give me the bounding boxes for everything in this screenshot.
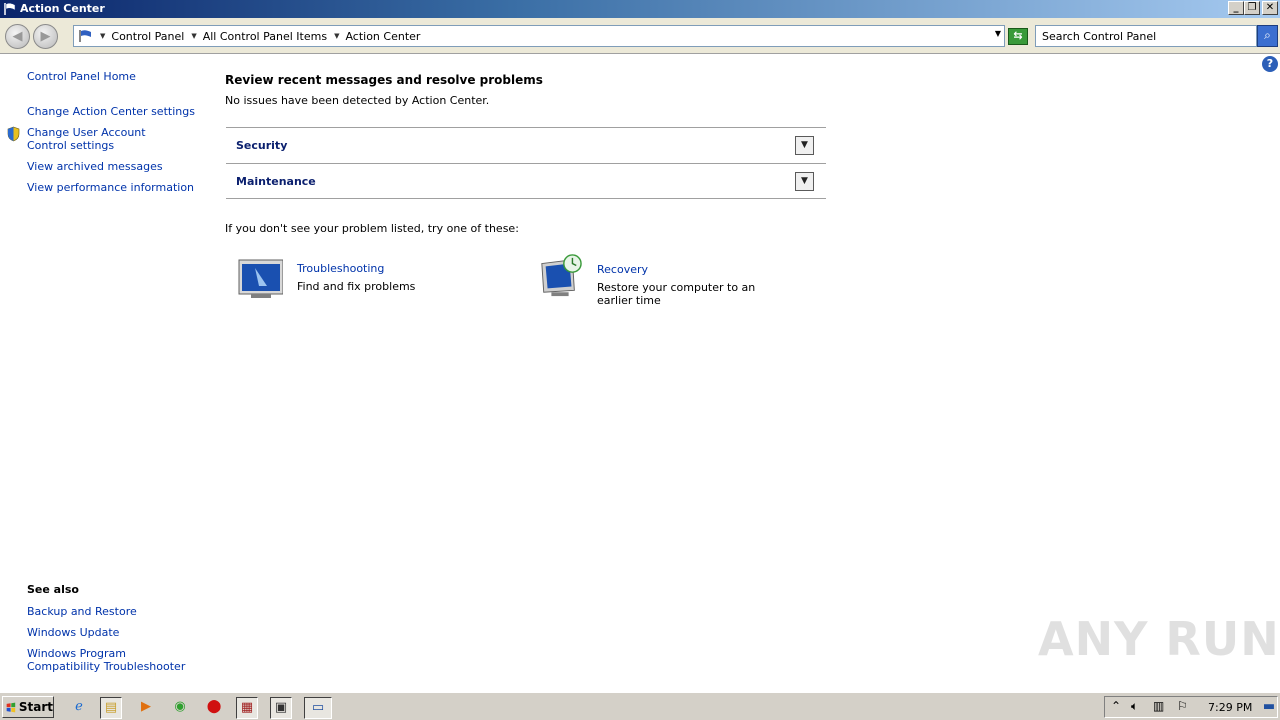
- change-uac-settings-link[interactable]: Change User Account Control settings: [27, 126, 187, 152]
- help-icon[interactable]: ?: [1262, 56, 1278, 72]
- breadcrumb-control-panel[interactable]: Control Panel: [111, 30, 184, 43]
- security-section[interactable]: Security ▼: [226, 127, 826, 163]
- maintenance-section[interactable]: Maintenance ▼: [226, 163, 826, 199]
- compatibility-troubleshooter-link[interactable]: Windows Program Compatibility Troublesho…: [27, 647, 192, 673]
- watermark: ANY RUN: [1038, 612, 1280, 666]
- arrow-left-icon: ◀: [12, 29, 23, 44]
- minimize-button[interactable]: _: [1228, 1, 1244, 15]
- expand-maintenance-button[interactable]: ▼: [795, 172, 814, 191]
- start-button[interactable]: Start: [2, 696, 54, 718]
- control-panel-icon[interactable]: ▭: [304, 697, 332, 719]
- window-title: Action Center: [20, 2, 105, 15]
- windows-logo-icon: [6, 702, 16, 712]
- chevron-down-icon: ▼: [801, 176, 808, 186]
- action-center-tray-flag-icon[interactable]: ⚐: [1177, 699, 1188, 713]
- security-section-title: Security: [236, 139, 288, 152]
- search-button[interactable]: ⌕: [1257, 25, 1278, 47]
- chevron-down-icon: ▼: [801, 140, 808, 150]
- address-field[interactable]: ▼ Control Panel ▼ All Control Panel Item…: [73, 25, 1005, 47]
- control-panel-home-link[interactable]: Control Panel Home: [27, 70, 136, 83]
- change-action-center-settings-link[interactable]: Change Action Center settings: [27, 105, 195, 118]
- section-divider: [226, 198, 826, 199]
- chrome-icon[interactable]: ◉: [169, 697, 191, 719]
- uac-shield-icon: [7, 126, 20, 142]
- restore-button[interactable]: ❐: [1244, 1, 1260, 15]
- recovery-monitor-icon: [541, 254, 582, 297]
- taskbar: Start ℯ ▤ ▶ ◉ ⬤ ▦ ▣ ▭ ⌃ 🔈︎ ▥ ⚐ 7:29 PM ▬: [0, 692, 1280, 720]
- troubleshooting-item[interactable]: Troubleshooting Find and fix problems: [237, 256, 497, 306]
- opera-icon[interactable]: ⬤: [203, 697, 225, 719]
- troubleshooting-monitor-icon: [238, 259, 283, 298]
- address-toolbar: ◀ ▶ ▼ Control Panel ▼ All Control Panel …: [0, 18, 1280, 54]
- calculator-icon[interactable]: ▣: [270, 697, 292, 719]
- start-label: Start: [18, 700, 53, 714]
- action-center-flag-icon: [79, 30, 91, 42]
- back-button[interactable]: ◀: [5, 24, 30, 49]
- flag-icon: [4, 2, 16, 15]
- network-icon[interactable]: ▥: [1153, 699, 1164, 713]
- chevron-down-icon[interactable]: ▼: [100, 32, 105, 40]
- volume-icon[interactable]: 🔈︎: [1131, 699, 1138, 714]
- winrar-icon[interactable]: ▦: [236, 697, 258, 719]
- try-these-text: If you don't see your problem listed, tr…: [225, 222, 519, 235]
- media-player-icon[interactable]: ▶: [135, 697, 157, 719]
- chevron-down-icon[interactable]: ▼: [334, 32, 339, 40]
- title-bar: Action Center _ ❐ ✕: [0, 0, 1280, 18]
- view-archived-messages-link[interactable]: View archived messages: [27, 160, 163, 173]
- internet-explorer-icon[interactable]: ℯ: [68, 697, 90, 719]
- view-performance-info-link[interactable]: View performance information: [27, 181, 194, 194]
- recovery-desc: Restore your computer to an earlier time: [597, 281, 756, 307]
- arrow-right-icon: ▶: [40, 29, 51, 44]
- search-icon: ⌕: [1264, 28, 1271, 42]
- forward-button[interactable]: ▶: [33, 24, 58, 49]
- show-desktop-icon[interactable]: ▬: [1258, 697, 1280, 719]
- backup-restore-link[interactable]: Backup and Restore: [27, 605, 137, 618]
- see-also-heading: See also: [27, 583, 79, 596]
- recovery-item[interactable]: Recovery Restore your computer to an ear…: [537, 254, 787, 308]
- breadcrumb-action-center[interactable]: Action Center: [345, 30, 420, 43]
- chevron-down-icon[interactable]: ▼: [191, 32, 196, 40]
- refresh-icon: ⇆: [1013, 29, 1023, 42]
- troubleshooting-link[interactable]: Troubleshooting: [297, 262, 384, 275]
- troubleshooting-desc: Find and fix problems: [297, 280, 416, 293]
- status-message: No issues have been detected by Action C…: [225, 94, 490, 107]
- folder-icon[interactable]: ▤: [100, 697, 122, 719]
- maintenance-section-title: Maintenance: [236, 175, 316, 188]
- windows-update-link[interactable]: Windows Update: [27, 626, 119, 639]
- close-button[interactable]: ✕: [1262, 1, 1278, 15]
- page-title: Review recent messages and resolve probl…: [225, 73, 543, 87]
- clock[interactable]: 7:29 PM: [1208, 701, 1252, 714]
- breadcrumb-all-items[interactable]: All Control Panel Items: [203, 30, 327, 43]
- refresh-button[interactable]: ⇆: [1008, 28, 1028, 45]
- search-input[interactable]: Search Control Panel: [1035, 25, 1257, 47]
- chevron-up-icon[interactable]: ⌃: [1111, 699, 1121, 713]
- expand-security-button[interactable]: ▼: [795, 136, 814, 155]
- address-history-dropdown-icon[interactable]: ▼: [995, 29, 1001, 38]
- recovery-link[interactable]: Recovery: [597, 263, 648, 276]
